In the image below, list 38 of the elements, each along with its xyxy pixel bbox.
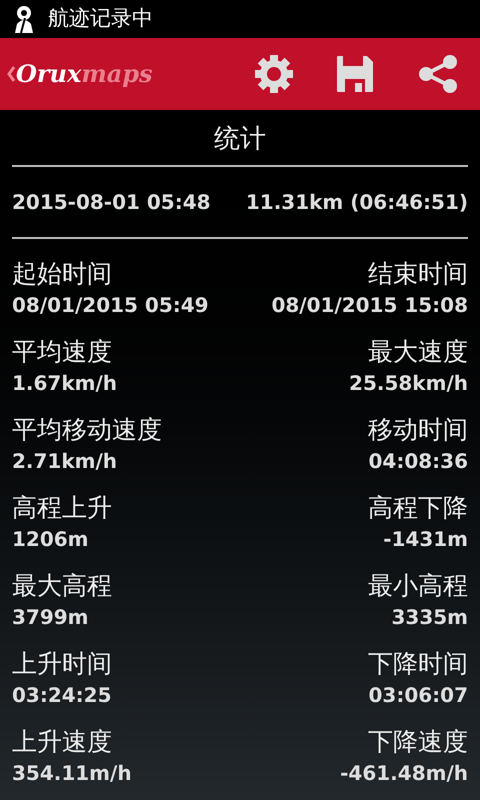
logo-text: Orux: [16, 58, 82, 90]
stat-value: 04:08:36: [368, 448, 468, 475]
stat-value: 08/01/2015 15:08: [271, 292, 468, 319]
stat-label: 最小高程: [368, 570, 468, 602]
notification-text: 航迹记录中: [48, 5, 153, 32]
distance-text: 11.31km (06:46:51): [246, 189, 468, 216]
back-caret-icon[interactable]: [6, 64, 16, 84]
stat-label: 上升时间: [12, 648, 112, 680]
save-icon[interactable]: [336, 55, 374, 93]
settings-icon[interactable]: [252, 52, 296, 96]
stat-label: 高程下降: [368, 492, 468, 524]
stat-label: 下降时间: [368, 648, 468, 680]
stat-value: 1.67km/h: [12, 370, 118, 397]
stat-value: 2.71km/h: [12, 448, 118, 475]
stat-value: 354.11m/h: [12, 760, 132, 787]
stat-value: 08/01/2015 05:49: [12, 292, 209, 319]
stat-value: 3335m: [391, 604, 468, 631]
stat-label: 下降速度: [368, 726, 468, 758]
stat-label: 最大速度: [368, 336, 468, 368]
stat-value: 03:24:25: [12, 682, 112, 709]
stat-value: 25.58km/h: [349, 370, 468, 397]
stat-value: -1431m: [383, 526, 468, 553]
stat-value: 3799m: [12, 604, 89, 631]
stat-label: 上升速度: [12, 726, 112, 758]
stat-label: 最大高程: [12, 570, 112, 602]
stat-label: 起始时间: [12, 258, 112, 290]
logo-text: maps: [81, 58, 153, 90]
stat-label: 结束时间: [368, 258, 468, 290]
stat-label: 移动时间: [368, 414, 468, 446]
date-text: 2015-08-01 05:48: [12, 189, 211, 216]
stat-label: 平均移动速度: [12, 414, 162, 446]
stat-label: 平均速度: [12, 336, 112, 368]
stat-value: 1206m: [12, 526, 89, 553]
page-title: 统计: [213, 123, 267, 156]
stat-value: -461.48m/h: [340, 760, 468, 787]
stat-value: 03:06:07: [368, 682, 468, 709]
share-icon[interactable]: [418, 55, 458, 93]
stat-label: 高程上升: [12, 492, 112, 524]
